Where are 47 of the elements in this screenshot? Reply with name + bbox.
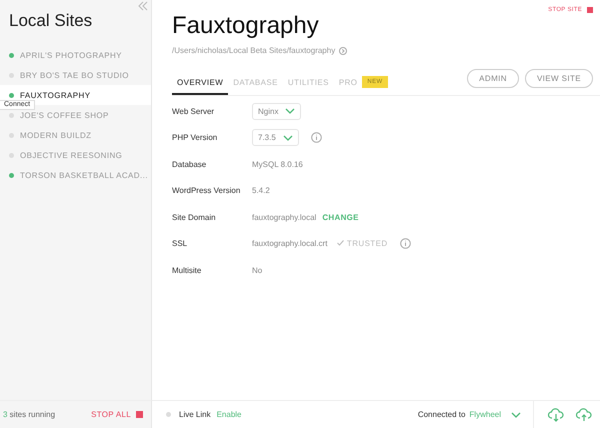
- tab[interactable]: DATABASE: [228, 70, 283, 95]
- field-label: WordPress Version: [172, 186, 242, 196]
- field-value: fauxtography.local: [252, 212, 316, 222]
- field-value: fauxtography.local.crt: [252, 239, 328, 248]
- field-label: SSL: [172, 239, 188, 248]
- field-label: Multisite: [172, 266, 202, 275]
- arrow-circle-icon[interactable]: [339, 46, 348, 54]
- cloud-upload-icon[interactable]: [576, 408, 592, 422]
- field-label: PHP Version: [172, 133, 218, 142]
- field-label: Web Server: [172, 106, 216, 116]
- site-item[interactable]: APRIL'S PHOTOGRAPHY: [0, 45, 151, 65]
- select-dropdown[interactable]: 7.3.5: [252, 129, 299, 146]
- chevron-down-icon: [511, 412, 521, 418]
- site-action-button[interactable]: VIEW SITE: [524, 69, 593, 88]
- trusted-status: TRUSTED: [337, 239, 388, 248]
- sidebar-title: Local Sites: [8, 10, 94, 32]
- field-label: Site Domain: [172, 212, 217, 222]
- sites-running-text: 3 sites running: [3, 410, 56, 419]
- site-path: /Users/nicholas/Local Beta Sites/fauxtography: [172, 46, 336, 55]
- live-link-label: Live Link: [179, 410, 211, 419]
- collapse-icon[interactable]: [138, 1, 148, 11]
- stop-all-button[interactable]: STOP ALL: [91, 410, 143, 419]
- enable-link[interactable]: Enable: [216, 410, 242, 419]
- stop-icon: [136, 411, 143, 418]
- site-action-button[interactable]: ADMIN: [467, 69, 519, 88]
- select-dropdown[interactable]: Nginx: [252, 102, 302, 120]
- field-value: No: [252, 266, 262, 275]
- field-value: MySQL 8.0.16: [252, 160, 303, 169]
- connected-label: Connected to: [418, 410, 466, 419]
- field-label: Database: [172, 160, 208, 169]
- cloud-download-icon[interactable]: [548, 408, 564, 422]
- stop-icon: [587, 7, 593, 13]
- provider-link[interactable]: Flywheel: [469, 410, 501, 419]
- check-icon: [337, 240, 344, 246]
- info-icon[interactable]: [310, 132, 322, 144]
- site-item[interactable]: MODERN BUILDZ: [0, 125, 151, 145]
- site-title: Fauxtography: [172, 11, 319, 40]
- field-value: 5.4.2: [252, 186, 270, 196]
- chevron-down-icon: [285, 108, 296, 114]
- chevron-down-icon: [282, 134, 293, 141]
- tab[interactable]: OVERVIEW: [172, 70, 228, 95]
- site-item[interactable]: OBJECTIVE REESONING: [0, 145, 151, 165]
- tab[interactable]: UTILITIES: [282, 70, 334, 95]
- site-item[interactable]: BRY BO'S TAE BO STUDIO: [0, 65, 151, 85]
- site-item[interactable]: TORSON BASKETBALL ACAD...: [0, 165, 151, 185]
- info-icon[interactable]: [400, 238, 411, 250]
- change-link[interactable]: CHANGE: [322, 212, 359, 222]
